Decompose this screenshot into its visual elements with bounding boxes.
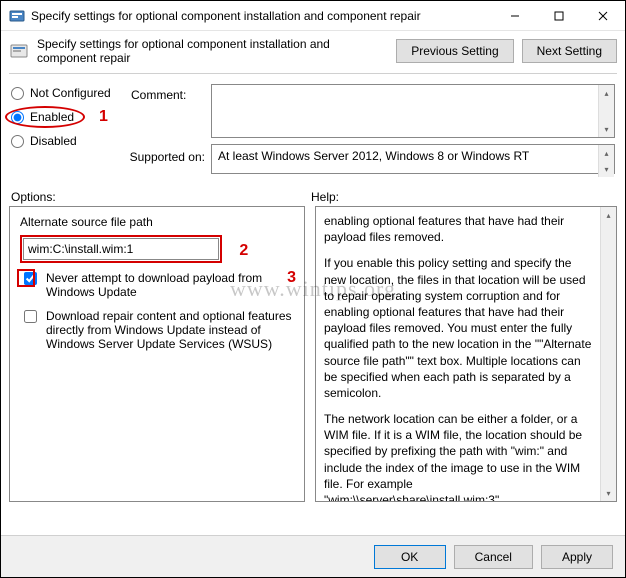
help-pane: enabling optional features that have had… <box>315 206 617 502</box>
annotation-1: 1 <box>99 108 108 126</box>
alt-source-input[interactable] <box>23 238 219 260</box>
annotation-2: 2 <box>239 242 248 259</box>
supported-on-value: At least Windows Server 2012, Windows 8 … <box>212 145 598 167</box>
radio-not-configured[interactable]: Not Configured <box>11 86 131 100</box>
window-title: Specify settings for optional component … <box>31 9 493 23</box>
panes: Alternate source file path 2 Never attem… <box>1 206 625 502</box>
minimize-button[interactable] <box>493 1 537 31</box>
help-scrollbar[interactable]: ▴ ▾ <box>600 207 616 501</box>
titlebar: Specify settings for optional component … <box>1 1 625 31</box>
radio-enabled-input[interactable] <box>11 111 24 124</box>
wsus-checkbox[interactable] <box>24 310 37 323</box>
comment-scrollbar[interactable]: ▴ ▾ <box>598 85 614 137</box>
comment-textarea[interactable] <box>212 85 598 137</box>
help-paragraph: The network location can be either a fol… <box>324 411 592 501</box>
never-download-label: Never attempt to download payload from W… <box>46 271 279 299</box>
radio-disabled-input[interactable] <box>11 135 24 148</box>
scroll-up-icon[interactable]: ▴ <box>599 145 614 161</box>
scroll-down-icon[interactable]: ▾ <box>601 485 616 501</box>
wsus-label: Download repair content and optional fea… <box>46 309 294 351</box>
scroll-up-icon[interactable]: ▴ <box>601 207 616 223</box>
divider <box>9 73 617 74</box>
options-pane: Alternate source file path 2 Never attem… <box>9 206 305 502</box>
cancel-button[interactable]: Cancel <box>454 545 533 569</box>
wsus-row: Download repair content and optional fea… <box>10 303 304 355</box>
annotation-box-2 <box>20 235 222 263</box>
help-paragraph: enabling optional features that have had… <box>324 213 592 245</box>
maximize-button[interactable] <box>537 1 581 31</box>
radio-not-configured-label: Not Configured <box>30 86 111 100</box>
annotation-3: 3 <box>287 269 296 287</box>
never-download-checkbox[interactable] <box>24 272 37 285</box>
config-area: Not Configured Enabled 1 Disabled Commen… <box>1 80 625 182</box>
supported-on-box: At least Windows Server 2012, Windows 8 … <box>211 144 615 174</box>
radio-not-configured-input[interactable] <box>11 87 24 100</box>
radio-enabled-label: Enabled <box>30 110 74 124</box>
header: Specify settings for optional component … <box>1 31 625 71</box>
supported-on-label: Supported on: <box>11 144 211 174</box>
options-label: Options: <box>11 190 311 204</box>
pane-labels: Options: Help: <box>1 182 625 206</box>
comment-box: ▴ ▾ <box>211 84 615 138</box>
help-label: Help: <box>311 190 615 204</box>
radio-enabled[interactable]: Enabled 1 <box>11 110 131 124</box>
scroll-down-icon[interactable]: ▾ <box>599 121 614 137</box>
comment-label: Comment: <box>131 84 211 102</box>
help-paragraph: If you enable this policy setting and sp… <box>324 255 592 401</box>
radio-disabled[interactable]: Disabled <box>11 134 131 148</box>
close-button[interactable] <box>581 1 625 31</box>
help-text: enabling optional features that have had… <box>316 207 600 501</box>
app-icon <box>9 8 25 24</box>
supported-scrollbar[interactable]: ▴ ▾ <box>598 145 614 177</box>
alt-source-label: Alternate source file path <box>20 215 294 229</box>
button-bar: OK Cancel Apply <box>1 535 625 577</box>
next-setting-button[interactable]: Next Setting <box>522 39 617 63</box>
policy-icon <box>9 41 29 61</box>
never-download-row: Never attempt to download payload from W… <box>10 265 304 303</box>
scroll-down-icon[interactable]: ▾ <box>599 161 614 177</box>
radio-disabled-label: Disabled <box>30 134 77 148</box>
previous-setting-button[interactable]: Previous Setting <box>396 39 513 63</box>
policy-title: Specify settings for optional component … <box>37 37 388 65</box>
ok-button[interactable]: OK <box>374 545 446 569</box>
apply-button[interactable]: Apply <box>541 545 613 569</box>
scroll-up-icon[interactable]: ▴ <box>599 85 614 101</box>
